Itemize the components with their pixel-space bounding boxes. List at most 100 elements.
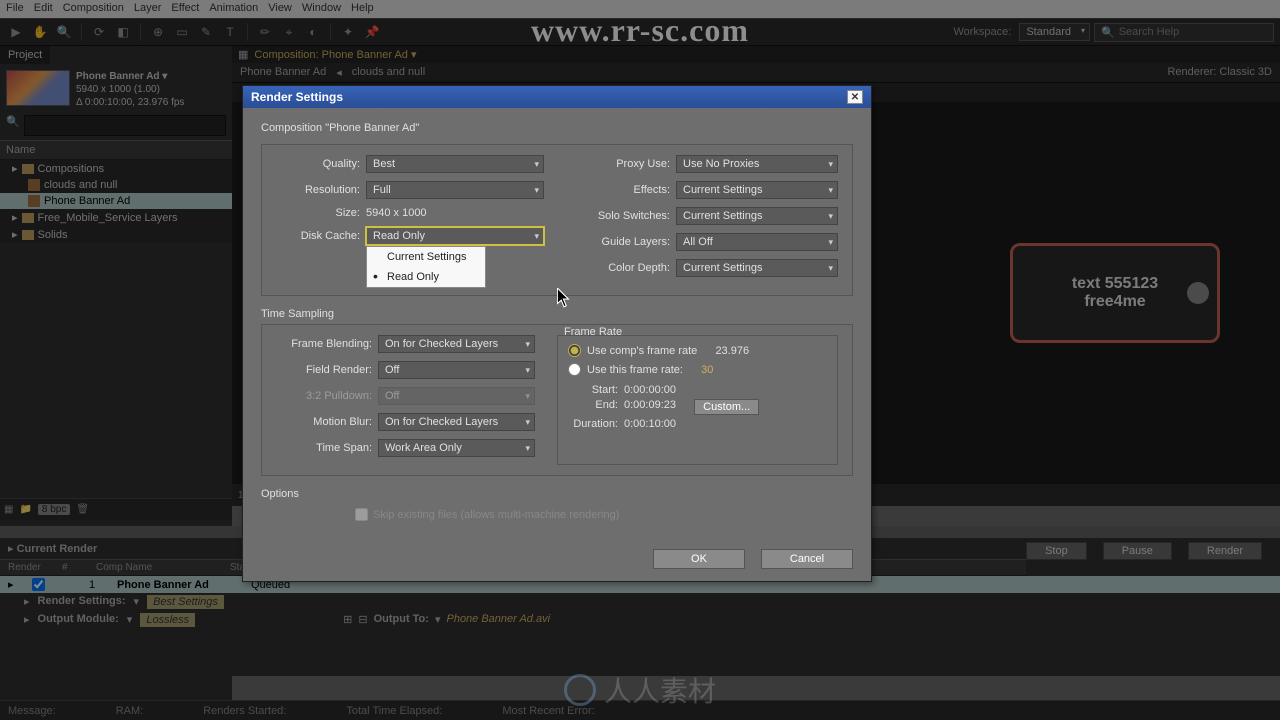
add-output-icon[interactable]: ⊞ — [343, 613, 352, 627]
status-elapsed: Total Time Elapsed: — [346, 705, 442, 717]
col-render: Render — [8, 562, 48, 573]
folder-icon — [22, 213, 34, 223]
pin-tool-icon[interactable]: 📌 — [362, 22, 382, 42]
arrow-down-icon[interactable]: ▾ — [134, 595, 140, 609]
diskcache-option[interactable]: Current Settings — [367, 247, 485, 267]
effects-label: Effects: — [570, 184, 670, 196]
rect-tool-icon[interactable]: ▭ — [172, 22, 192, 42]
preview-text-2: free4me — [1084, 293, 1145, 311]
text-tool-icon[interactable]: T — [220, 22, 240, 42]
comp-tab[interactable]: Composition: Phone Banner Ad ▾ — [254, 48, 416, 61]
solo-dropdown[interactable]: Current Settings — [676, 207, 838, 225]
menu-composition[interactable]: Composition — [63, 2, 124, 16]
project-tree[interactable]: ▸Compositions clouds and null Phone Bann… — [0, 160, 232, 243]
folder-icon — [22, 230, 34, 240]
this-framerate-value[interactable]: 30 — [701, 364, 713, 376]
guide-dropdown[interactable]: All Off — [676, 233, 838, 251]
arrow-down-icon[interactable]: ▾ — [127, 613, 133, 627]
custom-button[interactable]: Custom... — [694, 399, 759, 415]
output-to-value[interactable]: Phone Banner Ad.avi — [446, 613, 550, 627]
resolution-label: Resolution: — [276, 184, 360, 196]
rotate-tool-icon[interactable]: ⟳ — [89, 22, 109, 42]
current-render-label: Current Render — [17, 543, 98, 555]
anchor-tool-icon[interactable]: ⊕ — [148, 22, 168, 42]
menu-help[interactable]: Help — [351, 2, 374, 16]
status-error: Most Recent Error: — [502, 705, 594, 717]
search-icon: 🔍 — [1101, 26, 1115, 39]
camera-tool-icon[interactable]: ◧ — [113, 22, 133, 42]
use-comp-framerate-radio[interactable] — [568, 344, 581, 357]
delete-icon[interactable]: 🗑 — [76, 504, 89, 515]
menu-edit[interactable]: Edit — [34, 2, 53, 16]
render-settings-value[interactable]: Best Settings — [147, 595, 224, 609]
diskcache-popup: Current Settings Read Only — [366, 246, 486, 288]
timespan-dropdown[interactable]: Work Area Only — [378, 439, 535, 457]
time-sampling-section: Time Sampling — [261, 308, 853, 320]
bread-comp[interactable]: Phone Banner Ad — [240, 66, 326, 79]
roto-tool-icon[interactable]: ✦ — [338, 22, 358, 42]
stop-button[interactable]: Stop — [1026, 542, 1087, 560]
rq-index: 1 — [89, 579, 103, 591]
end-value: 0:00:09:23 — [624, 399, 676, 415]
tree-row-folder[interactable]: ▸Solids — [0, 226, 232, 243]
close-button[interactable]: ✕ — [847, 90, 863, 104]
comp-duration-fps: Δ 0:00:10:00, 23.976 fps — [76, 96, 184, 109]
lock-icon[interactable]: ▦ — [238, 48, 248, 61]
col-name[interactable]: Name — [0, 140, 232, 160]
tree-row-comp[interactable]: clouds and null — [0, 177, 232, 193]
search-help-input[interactable]: 🔍Search Help — [1094, 23, 1274, 42]
effects-dropdown[interactable]: Current Settings — [676, 181, 838, 199]
menu-layer[interactable]: Layer — [134, 2, 162, 16]
menu-animation[interactable]: Animation — [209, 2, 258, 16]
cancel-button[interactable]: Cancel — [761, 549, 853, 569]
diskcache-option-selected[interactable]: Read Only — [367, 267, 485, 287]
motionblur-dropdown[interactable]: On for Checked Layers — [378, 413, 535, 431]
resolution-dropdown[interactable]: Full — [366, 181, 544, 199]
brush-tool-icon[interactable]: ✏ — [255, 22, 275, 42]
interpret-icon[interactable]: ▦ — [4, 504, 13, 515]
quality-dropdown[interactable]: Best — [366, 155, 544, 173]
options-section: Options — [261, 488, 853, 500]
new-folder-icon[interactable]: 📁 — [19, 504, 31, 515]
comp-title: Phone Banner Ad ▾ — [76, 70, 184, 83]
use-this-framerate-radio[interactable] — [568, 363, 581, 376]
pen-tool-icon[interactable]: ✎ — [196, 22, 216, 42]
workspace-dropdown[interactable]: Standard — [1019, 23, 1090, 41]
bread-precomp[interactable]: clouds and null — [352, 66, 425, 79]
render-settings-label: Render Settings: — [38, 595, 126, 609]
menu-effect[interactable]: Effect — [171, 2, 199, 16]
render-settings-dialog: Render Settings ✕ Composition "Phone Ban… — [242, 85, 872, 582]
project-search-input[interactable] — [24, 115, 226, 136]
project-tab[interactable]: Project — [0, 46, 50, 64]
menu-window[interactable]: Window — [302, 2, 341, 16]
proxy-dropdown[interactable]: Use No Proxies — [676, 155, 838, 173]
comp-thumbnail[interactable] — [6, 70, 70, 106]
selection-tool-icon[interactable]: ▶ — [6, 22, 26, 42]
renderer-value[interactable]: Classic 3D — [1219, 66, 1272, 78]
remove-output-icon[interactable]: ⊟ — [358, 613, 367, 627]
eraser-tool-icon[interactable]: ◐ — [303, 22, 323, 42]
render-button[interactable]: Render — [1188, 542, 1262, 560]
tree-row-folder[interactable]: ▸Free_Mobile_Service Layers — [0, 209, 232, 226]
rq-compname: Phone Banner Ad — [117, 579, 237, 591]
hand-tool-icon[interactable]: ✋ — [30, 22, 50, 42]
tool-bar: ▶ ✋ 🔍 ⟳ ◧ ⊕ ▭ ✎ T ✏ ⌖ ◐ ✦ 📌 Workspace: S… — [0, 18, 1280, 46]
frameblend-dropdown[interactable]: On for Checked Layers — [378, 335, 535, 353]
color-dropdown[interactable]: Current Settings — [676, 259, 838, 277]
pause-button[interactable]: Pause — [1103, 542, 1172, 560]
menu-file[interactable]: File — [6, 2, 24, 16]
menu-view[interactable]: View — [268, 2, 292, 16]
fieldrender-dropdown[interactable]: Off — [378, 361, 535, 379]
bpc-indicator[interactable]: 8 bpc — [38, 504, 70, 515]
chevron-left-icon[interactable]: ◂ — [336, 66, 342, 79]
tree-row-comp-selected[interactable]: Phone Banner Ad — [0, 193, 232, 209]
output-module-value[interactable]: Lossless — [140, 613, 195, 627]
diskcache-dropdown[interactable]: Read Only Current Settings Read Only — [366, 227, 544, 245]
clone-tool-icon[interactable]: ⌖ — [279, 22, 299, 42]
menu-bar[interactable]: File Edit Composition Layer Effect Anima… — [0, 0, 1280, 18]
ok-button[interactable]: OK — [653, 549, 745, 569]
arrow-down-icon[interactable]: ▾ — [435, 613, 441, 627]
tree-row-folder[interactable]: ▸Compositions — [0, 160, 232, 177]
zoom-tool-icon[interactable]: 🔍 — [54, 22, 74, 42]
rq-enable-checkbox[interactable] — [32, 578, 45, 591]
